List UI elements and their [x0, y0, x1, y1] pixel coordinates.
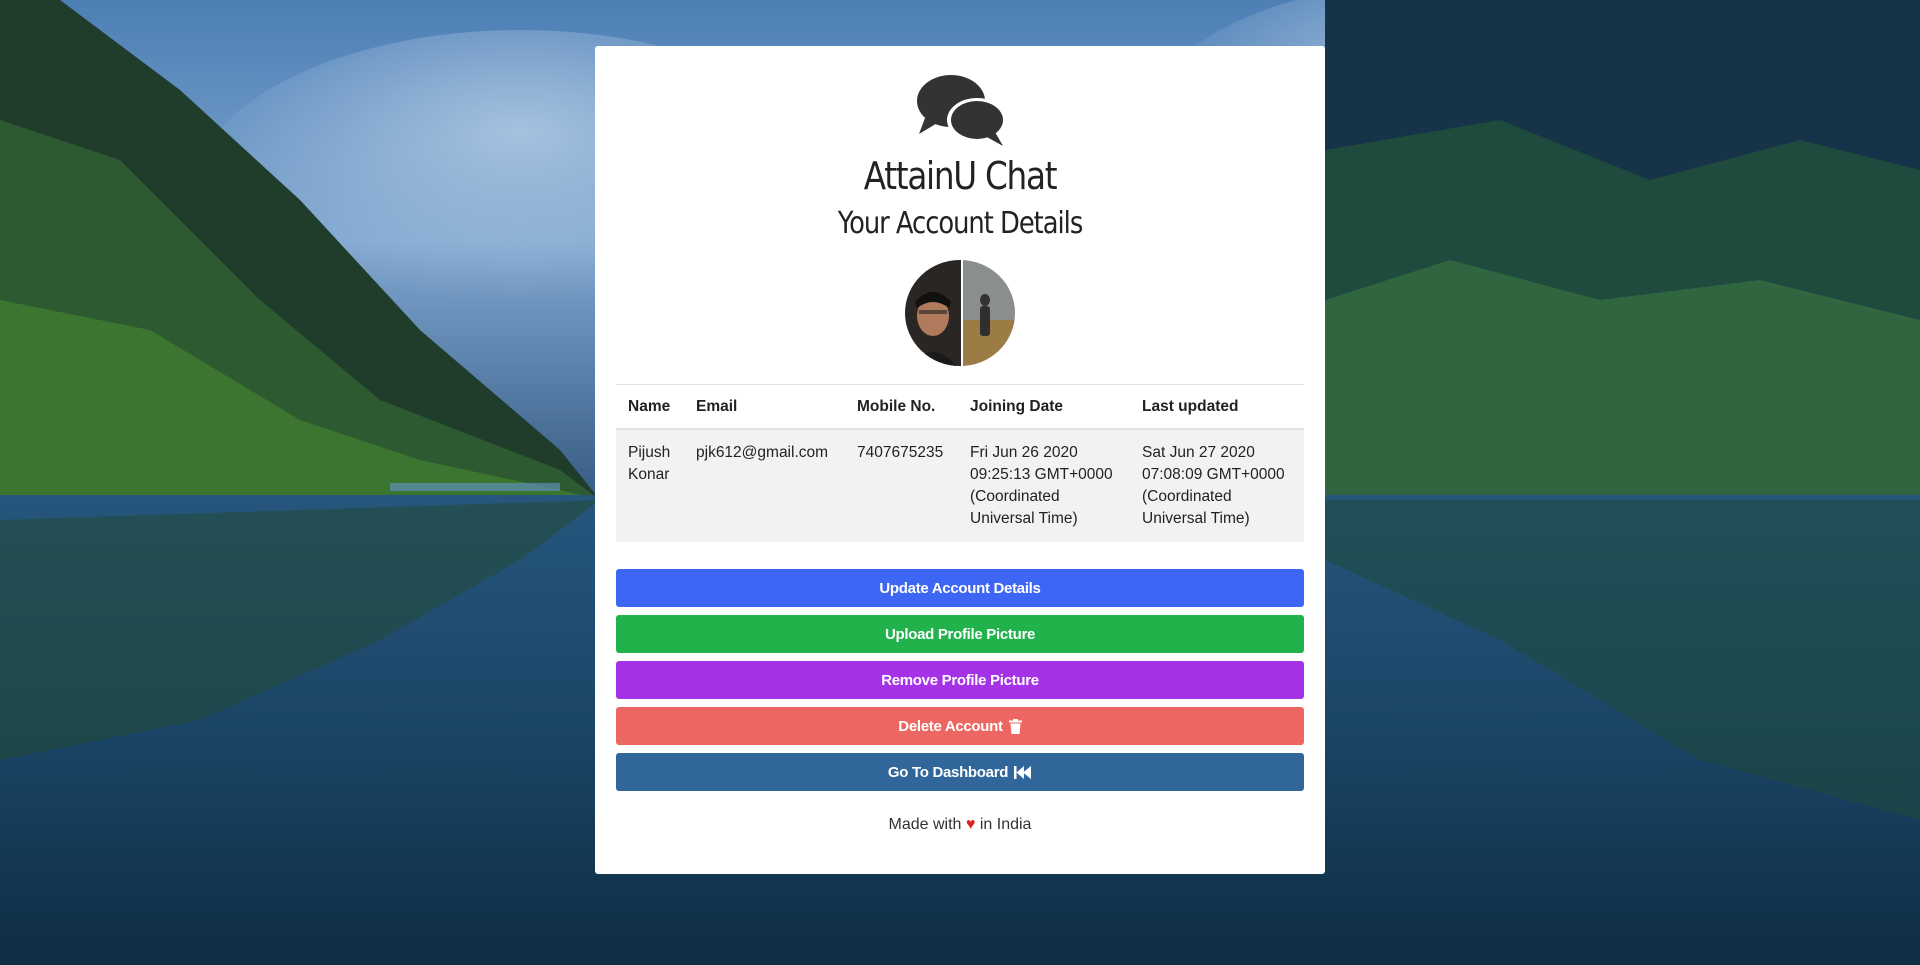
footer: Made with ♥ in India: [595, 816, 1325, 834]
remove-picture-button[interactable]: Remove Profile Picture: [616, 661, 1304, 699]
cell-last-updated: Sat Jun 27 2020 07:08:09 GMT+0000 (Coord…: [1130, 429, 1304, 542]
go-to-dashboard-button[interactable]: Go To Dashboard: [616, 753, 1304, 791]
header-email: Email: [684, 384, 845, 430]
remove-picture-label: Remove Profile Picture: [881, 671, 1039, 689]
header-name: Name: [616, 384, 684, 430]
upload-picture-label: Upload Profile Picture: [884, 625, 1036, 643]
account-card: AttainU Chat Your Account Details Name E…: [595, 46, 1325, 874]
header-joining-date: Joining Date: [958, 384, 1130, 430]
table-row: Pijush Konar pjk612@gmail.com 7407675235…: [616, 429, 1304, 542]
cell-email: pjk612@gmail.com: [684, 429, 845, 542]
upload-picture-button[interactable]: Upload Profile Picture: [616, 615, 1304, 653]
delete-account-button[interactable]: Delete Account: [616, 707, 1304, 745]
heart-icon: ♥: [965, 816, 976, 833]
delete-account-label: Delete Account: [898, 717, 1003, 735]
update-account-button[interactable]: Update Account Details: [616, 569, 1304, 607]
avatar: [905, 260, 1015, 366]
backward-icon: [1014, 765, 1032, 779]
footer-prefix: Made with: [888, 816, 962, 833]
cell-mobile: 7407675235: [845, 429, 958, 542]
header-last-updated: Last updated: [1130, 384, 1304, 430]
cell-name: Pijush Konar: [616, 429, 684, 542]
account-details-table: Name Email Mobile No. Joining Date Last …: [616, 384, 1304, 542]
footer-suffix: in India: [979, 816, 1032, 833]
go-to-dashboard-label: Go To Dashboard: [887, 763, 1009, 781]
app-title: AttainU Chat: [863, 154, 1058, 198]
page-subtitle: Your Account Details: [837, 206, 1083, 241]
header-mobile: Mobile No.: [845, 384, 958, 430]
trash-icon: [1008, 718, 1022, 734]
cell-joining-date: Fri Jun 26 2020 09:25:13 GMT+0000 (Coord…: [958, 429, 1130, 542]
update-account-label: Update Account Details: [879, 579, 1041, 597]
table-header-row: Name Email Mobile No. Joining Date Last …: [616, 384, 1304, 430]
comments-icon: [915, 70, 1011, 148]
